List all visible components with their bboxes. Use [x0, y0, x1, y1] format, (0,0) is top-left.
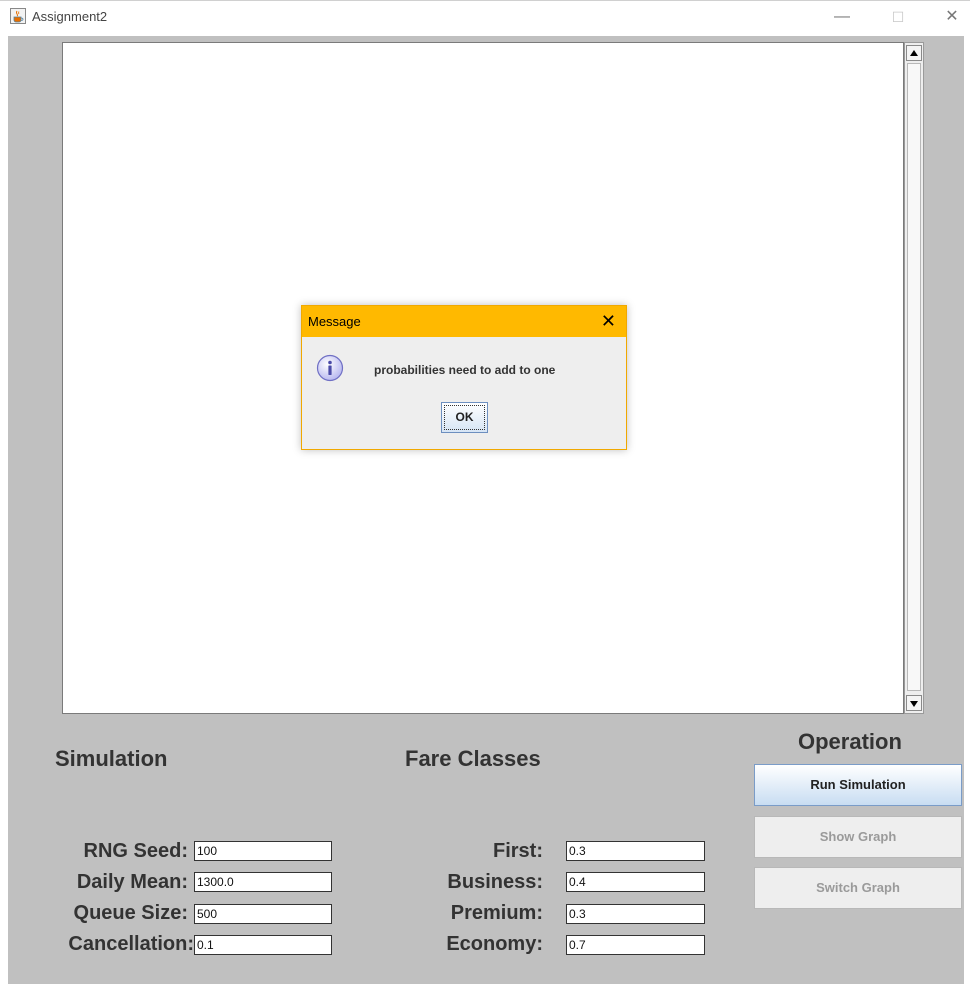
- dialog-message: probabilities need to add to one: [374, 363, 556, 377]
- dialog-title: Message: [308, 314, 361, 329]
- dialog-close-icon[interactable]: ✕: [601, 311, 616, 331]
- queue-size-label: Queue Size:: [73, 902, 188, 924]
- business-field[interactable]: 0.4: [566, 872, 705, 892]
- cancellation-field[interactable]: 0.1: [194, 935, 332, 955]
- daily-mean-field[interactable]: 1300.0: [194, 872, 332, 892]
- run-simulation-button[interactable]: Run Simulation: [754, 764, 962, 806]
- economy-label: Economy:: [446, 933, 543, 955]
- window-title: Assignment2: [32, 9, 108, 24]
- window-titlebar[interactable]: Assignment2 — ☐ ✕: [0, 0, 970, 36]
- rng-seed-field[interactable]: 100: [194, 841, 332, 861]
- minimize-button[interactable]: —: [830, 6, 854, 28]
- economy-field[interactable]: 0.7: [566, 935, 705, 955]
- switch-graph-button[interactable]: Switch Graph: [754, 867, 962, 909]
- operation-heading: Operation: [798, 729, 902, 754]
- maximize-button[interactable]: ☐: [886, 6, 910, 28]
- rng-seed-label: RNG Seed:: [83, 840, 188, 862]
- info-icon: [316, 354, 344, 382]
- simulation-heading: Simulation: [55, 746, 168, 771]
- first-field[interactable]: 0.3: [566, 841, 705, 861]
- cancellation-label: Cancellation:: [68, 933, 194, 955]
- premium-label: Premium:: [450, 902, 543, 924]
- premium-field[interactable]: 0.3: [566, 904, 705, 924]
- scroll-down-arrow-icon[interactable]: [906, 695, 922, 711]
- scroll-track[interactable]: [907, 63, 921, 691]
- message-dialog: Message ✕ probabilities need to add to o…: [301, 305, 627, 450]
- vertical-scrollbar[interactable]: [904, 42, 924, 714]
- fare-classes-heading: Fare Classes: [405, 746, 541, 771]
- ok-button[interactable]: OK: [441, 402, 488, 433]
- scroll-up-arrow-icon[interactable]: [906, 45, 922, 61]
- business-label: Business:: [447, 871, 543, 893]
- queue-size-field[interactable]: 500: [194, 904, 332, 924]
- java-cup-icon: [10, 8, 26, 24]
- daily-mean-label: Daily Mean:: [76, 871, 188, 893]
- close-button[interactable]: ✕: [940, 6, 964, 28]
- show-graph-button[interactable]: Show Graph: [754, 816, 962, 858]
- first-label: First:: [493, 840, 543, 862]
- titlebar-edge: [0, 0, 970, 4]
- dialog-titlebar[interactable]: Message ✕: [302, 306, 626, 337]
